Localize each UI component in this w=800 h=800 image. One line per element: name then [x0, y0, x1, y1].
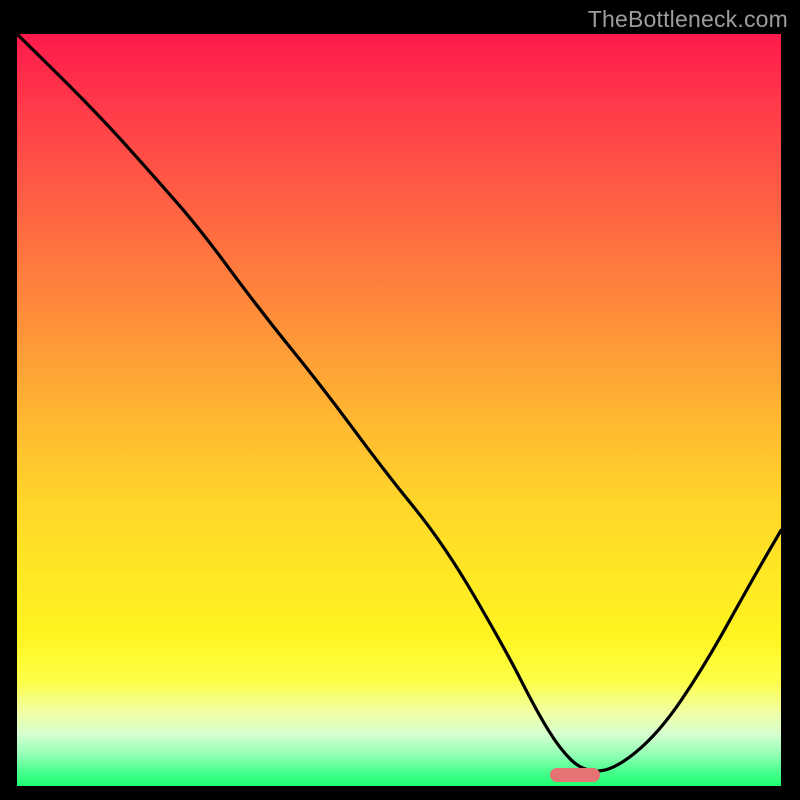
axis-left	[14, 31, 17, 789]
chart-frame	[14, 31, 784, 789]
axis-right	[781, 31, 784, 789]
optimal-point-marker	[550, 768, 600, 782]
attribution-label: TheBottleneck.com	[588, 6, 788, 33]
plot-area	[17, 34, 781, 786]
axis-bottom	[14, 786, 784, 789]
axis-top	[14, 31, 784, 34]
bottleneck-curve	[17, 34, 781, 786]
